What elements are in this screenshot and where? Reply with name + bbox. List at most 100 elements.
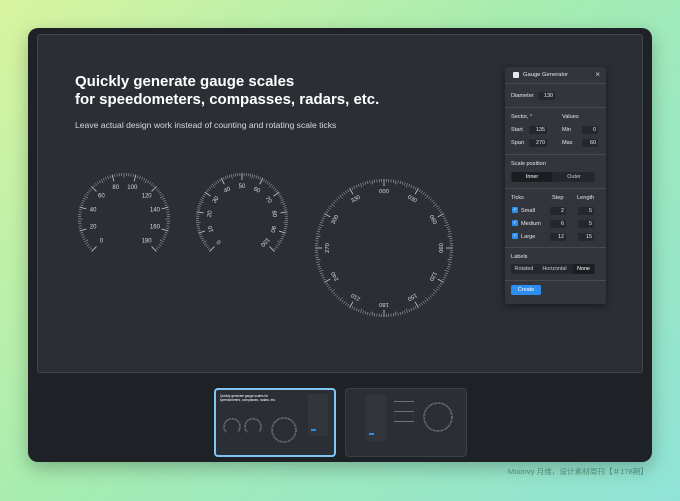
small-tick (410, 184, 413, 188)
small-tick (322, 278, 326, 281)
gauge-label: 80 (112, 185, 119, 191)
gauge-label: 60 (252, 186, 261, 195)
small-tick (438, 209, 442, 212)
small-tick (439, 211, 443, 214)
small-tick (412, 185, 415, 189)
small-tick (201, 197, 205, 200)
min-field[interactable]: 0 (582, 126, 598, 134)
small-tick (164, 202, 168, 204)
large-length-field[interactable]: 15 (578, 233, 594, 241)
large-tick (280, 211, 288, 214)
small-tick (203, 193, 207, 196)
small-tick (277, 240, 282, 244)
create-button[interactable]: Create (511, 285, 541, 295)
small-tick (228, 174, 231, 178)
small-tick (279, 239, 283, 242)
small-tick (443, 276, 447, 279)
gauge-label: 240 (330, 270, 340, 281)
small-tick (105, 176, 107, 180)
small-tick (433, 203, 438, 207)
small-tick (429, 198, 433, 201)
small-tick (420, 302, 423, 306)
small-tick (351, 186, 354, 190)
gauge-label: 70 (263, 196, 272, 205)
small-tick (200, 199, 204, 201)
small-tick (163, 200, 167, 202)
small-tick (439, 282, 443, 285)
small-tick (418, 303, 421, 307)
large-tick (79, 206, 87, 210)
small-tick (164, 234, 168, 236)
small-tick (444, 274, 448, 277)
small-tick (353, 307, 356, 311)
small-tick (278, 195, 282, 198)
span-field[interactable]: 270 (529, 139, 547, 147)
small-tick (157, 189, 160, 193)
small-tick (427, 296, 431, 300)
small-tick (89, 247, 93, 250)
small-tick (264, 180, 267, 183)
small-tick (215, 181, 218, 184)
labels-toggle[interactable]: Rotated Horizontal None (511, 264, 595, 274)
small-tick (274, 246, 278, 249)
start-field[interactable]: 135 (529, 126, 547, 134)
small-tick (196, 226, 200, 228)
small-tick (199, 201, 204, 204)
small-tick (405, 183, 408, 188)
small-length-field[interactable]: 5 (578, 207, 594, 215)
small-tick (432, 291, 436, 295)
label-option-none[interactable]: None (573, 264, 594, 274)
small-tick (325, 211, 329, 214)
small-ticks-checkbox[interactable]: ✓ (512, 207, 518, 213)
small-tick (213, 182, 216, 186)
mid-gauge: 010 20 3040 50 6070 80 90 100 (196, 173, 288, 252)
max-field[interactable]: 60 (582, 139, 598, 147)
small-tick (198, 203, 202, 205)
diameter-field[interactable]: 130 (538, 92, 555, 100)
scale-position-label: Scale position (511, 161, 546, 167)
large-tick (209, 246, 215, 252)
small-tick (394, 311, 397, 316)
small-tick (82, 238, 86, 241)
label-option-rotated[interactable]: Rotated (512, 264, 536, 274)
small-tick (414, 186, 417, 190)
scale-position-toggle[interactable]: Inner Outer (511, 172, 595, 182)
gauge-label: 160 (150, 224, 161, 230)
gauge-label: 090 (437, 243, 443, 253)
large-tick (111, 174, 115, 182)
small-step-field[interactable]: 2 (550, 207, 566, 215)
close-icon[interactable]: × (595, 70, 600, 80)
small-tick (437, 286, 440, 289)
small-tick (328, 286, 331, 289)
thumbnail-1[interactable]: Quickly generate gauge scales for speedo… (214, 388, 336, 457)
small-tick (316, 263, 321, 265)
credit-text: Moonvy 月维，设计素材周刊【＃178期】 (507, 467, 648, 476)
small-tick (249, 173, 251, 177)
max-label: Max (562, 140, 573, 146)
medium-step-field[interactable]: 6 (550, 220, 566, 228)
small-tick (319, 272, 323, 275)
large-step-field[interactable]: 12 (550, 233, 566, 241)
small-tick (276, 244, 279, 247)
sector-label: Sector, ° (511, 114, 533, 120)
small-tick (100, 179, 104, 184)
small-tick (341, 299, 344, 303)
scale-option-inner[interactable]: Inner (512, 172, 552, 182)
small-tick (280, 201, 285, 204)
large-ticks-checkbox[interactable]: ✓ (512, 233, 518, 239)
small-tick (98, 180, 101, 184)
scale-option-outer[interactable]: Outer (554, 172, 594, 182)
gauge-label: 0 (216, 238, 223, 245)
small-tick (397, 312, 399, 316)
small-tick (401, 311, 404, 315)
small-tick (371, 180, 374, 185)
medium-ticks-checkbox[interactable]: ✓ (512, 220, 518, 226)
label-option-horizontal[interactable]: Horizontal (538, 264, 571, 274)
gauge-label: 90 (268, 225, 276, 234)
small-tick (88, 245, 91, 249)
gauge-label: 120 (427, 270, 437, 281)
thumbnail-2[interactable] (345, 388, 467, 457)
small-tick (268, 183, 273, 188)
medium-length-field[interactable]: 5 (578, 220, 594, 228)
gauge-label: 140 (150, 208, 161, 214)
